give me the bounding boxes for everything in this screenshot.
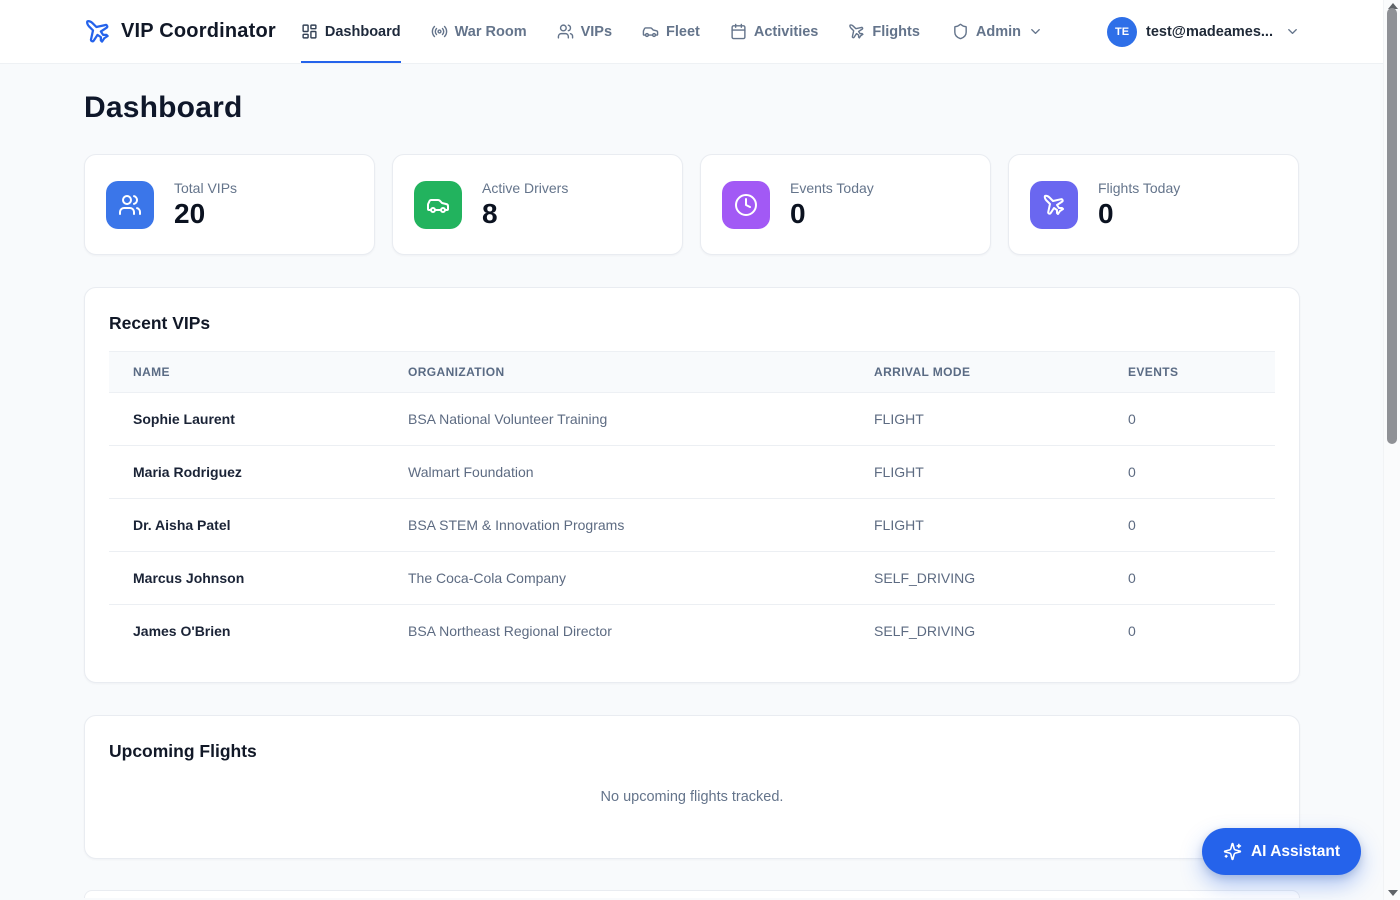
vip-name: Dr. Aisha Patel	[109, 498, 384, 552]
stat-label: Events Today	[790, 179, 874, 196]
vip-arrival-mode: FLIGHT	[850, 392, 1104, 446]
chevron-down-icon	[1285, 24, 1300, 39]
clock-icon	[722, 180, 770, 229]
app-header: VIP Coordinator Dashboard War Room VIPs …	[0, 0, 1400, 64]
user-email: test@madeames...	[1146, 23, 1273, 40]
vip-events: 0	[1128, 623, 1136, 640]
avatar: TE	[1107, 16, 1138, 47]
users-icon	[557, 23, 574, 40]
nav-label: Flights	[872, 23, 920, 40]
empty-state-text: No upcoming flights tracked.	[600, 788, 784, 805]
plane-icon	[84, 18, 111, 45]
recent-vips-title: Recent VIPs	[109, 313, 211, 333]
table-row[interactable]: Marcus Johnson The Coca-Cola Company SEL…	[109, 551, 1275, 605]
nav-item-dashboard[interactable]: Dashboard	[300, 0, 401, 63]
vip-arrival-mode: SELF_DRIVING	[874, 623, 976, 640]
user-menu[interactable]: TE test@madeames...	[1107, 16, 1300, 47]
nav-item-flights[interactable]: Flights	[848, 0, 920, 63]
table-row[interactable]: Maria Rodriguez Walmart Foundation FLIGH…	[109, 445, 1275, 499]
brand-name: VIP Coordinator	[121, 20, 276, 42]
vip-events: 0	[1104, 445, 1275, 499]
plane-icon	[848, 23, 865, 40]
table-row[interactable]: James O'Brien BSA Northeast Regional Dir…	[109, 605, 1275, 658]
nav-item-vips[interactable]: VIPs	[557, 0, 612, 63]
column-header-arrival-mode: ARRIVAL MODE	[850, 351, 1104, 393]
radio-icon	[431, 23, 448, 40]
ai-assistant-button[interactable]: AI Assistant	[1201, 828, 1361, 875]
dashboard-icon	[301, 23, 318, 40]
vip-events: 0	[1104, 551, 1275, 605]
nav-label: Dashboard	[324, 23, 401, 40]
table-row[interactable]: Sophie Laurent BSA National Volunteer Tr…	[109, 392, 1275, 446]
nav-label: Activities	[753, 23, 819, 40]
vip-organization: BSA National Volunteer Training	[384, 392, 850, 446]
column-header-organization: ORGANIZATION	[384, 351, 850, 393]
column-header-name: NAME	[109, 351, 384, 393]
upcoming-flights-panel: Upcoming Flights No upcoming flights tra…	[84, 714, 1300, 859]
car-icon	[414, 180, 462, 229]
vip-organization: The Coca-Cola Company	[384, 551, 850, 605]
scrollbar-thumb[interactable]	[1387, 8, 1397, 444]
vip-events: 0	[1104, 392, 1275, 446]
upcoming-flights-title: Upcoming Flights	[109, 740, 257, 761]
table-row[interactable]: Dr. Aisha Patel BSA STEM & Innovation Pr…	[109, 498, 1275, 552]
stat-card-flights-today: Flights Today 0	[1008, 154, 1299, 255]
users-icon	[106, 180, 154, 229]
recent-vips-table: NAME ORGANIZATION ARRIVAL MODE EVENTS So…	[109, 351, 1275, 658]
vip-name: Sophie Laurent	[109, 392, 384, 446]
stat-value: 0	[1098, 197, 1114, 229]
car-icon	[642, 23, 659, 40]
stat-label: Flights Today	[1098, 179, 1181, 196]
ai-assistant-label: AI Assistant	[1250, 842, 1340, 860]
page-title: Dashboard	[84, 91, 243, 124]
vip-arrival-mode: FLIGHT	[850, 498, 1104, 552]
vip-arrival-mode: SELF_DRIVING	[850, 551, 1104, 605]
nav-label: VIPs	[580, 23, 613, 40]
nav-label: Fleet	[666, 23, 700, 40]
nav-item-activities[interactable]: Activities	[730, 0, 818, 63]
vip-name: Marcus Johnson	[109, 551, 384, 605]
chevron-down-icon	[1028, 24, 1043, 39]
main-content: Dashboard Total VIPs 20 Active Drivers 8…	[84, 91, 1300, 898]
sparkles-icon	[1223, 842, 1242, 861]
stat-value: 20	[174, 197, 206, 229]
scrollbar[interactable]	[1383, 0, 1400, 900]
admin-menu[interactable]: Admin	[952, 23, 1043, 40]
nav-label: War Room	[454, 23, 527, 40]
vip-arrival-mode: FLIGHT	[850, 445, 1104, 499]
stat-label: Active Drivers	[482, 179, 569, 196]
column-header-events: EVENTS	[1104, 351, 1275, 393]
recent-vips-panel: Recent VIPs NAME ORGANIZATION ARRIVAL MO…	[84, 287, 1300, 683]
vip-name: Maria Rodriguez	[109, 445, 384, 499]
stat-label: Total VIPs	[174, 179, 238, 196]
vip-organization: BSA STEM & Innovation Programs	[384, 498, 850, 552]
vip-name: James O'Brien	[133, 623, 231, 640]
stat-card-events-today: Events Today 0	[700, 154, 991, 255]
stats-row: Total VIPs 20 Active Drivers 8 Events To…	[84, 154, 1300, 255]
brand: VIP Coordinator	[84, 18, 276, 45]
stat-card-active-drivers: Active Drivers 8	[392, 154, 683, 255]
nav-item-war-room[interactable]: War Room	[431, 0, 527, 63]
vip-organization: Walmart Foundation	[384, 445, 850, 499]
plane-icon	[1030, 180, 1078, 229]
table-header-row: NAME ORGANIZATION ARRIVAL MODE EVENTS	[109, 351, 1275, 393]
admin-label: Admin	[975, 23, 1021, 40]
nav-item-fleet[interactable]: Fleet	[642, 0, 700, 63]
stat-value: 8	[482, 197, 498, 229]
next-panel-partial	[84, 889, 1300, 898]
calendar-icon	[730, 23, 747, 40]
main-nav: Dashboard War Room VIPs Fleet Activities…	[300, 0, 920, 63]
stat-value: 0	[790, 197, 806, 229]
stat-card-total-vips: Total VIPs 20	[84, 154, 375, 255]
scroll-down-arrow-icon[interactable]	[1387, 890, 1398, 896]
shield-icon	[952, 23, 969, 40]
vip-events: 0	[1104, 498, 1275, 552]
vip-organization: BSA Northeast Regional Director	[408, 623, 612, 640]
